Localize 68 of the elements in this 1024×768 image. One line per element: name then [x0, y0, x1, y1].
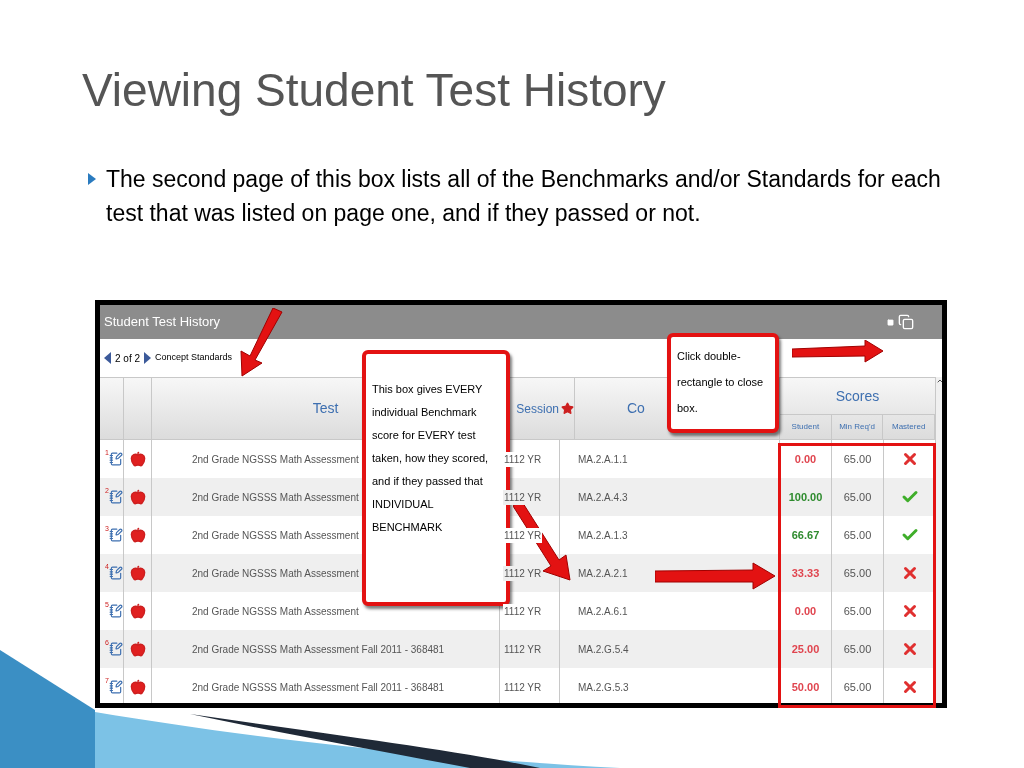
notepad-icon[interactable]: [109, 528, 123, 542]
notepad-icon[interactable]: [109, 490, 123, 504]
table-cell-text: 100.00: [788, 489, 823, 505]
section-name: Concept Standards: [155, 351, 233, 365]
window-title: Student Test History: [104, 313, 221, 332]
table-cell: 1112 YR: [503, 451, 543, 467]
table-cell: 1112 YR: [503, 565, 543, 581]
table-cell-text: 2nd Grade NGSSS Math Assessment: [192, 604, 359, 619]
page-indicator: 2 of 2: [115, 351, 141, 366]
apple-icon[interactable]: [129, 641, 146, 657]
table-cell: 1112 YR: [503, 527, 543, 543]
table-cell-text: 65.00: [843, 603, 872, 619]
callout-text: This box gives EVERY individual Benchmark score for EVERY test taken, how they scored, and if they passed that INDIVIDUAL BENCHMARK: [372, 382, 490, 535]
table-cell-text: MA.2.G.5.4: [578, 642, 629, 657]
table-cell-text: 65.00: [843, 641, 872, 657]
table-cell-text: 2nd Grade NGSSS Math Assessment: [192, 452, 359, 467]
column-header[interactable]: Student: [791, 421, 820, 433]
table-cell-text: 65.00: [843, 489, 872, 505]
table-cell-text: 65.00: [843, 565, 872, 581]
notepad-icon[interactable]: [109, 604, 123, 618]
table-cell-text: 2nd Grade NGSSS Math Assessment Fall 2011 - 368481: [192, 642, 445, 657]
notepad-icon[interactable]: [109, 566, 123, 580]
star-icon: [560, 402, 574, 415]
table-cell-text: MA.2.A.1.3: [578, 528, 628, 543]
table-cell-text: 66.67: [791, 527, 820, 543]
column-header[interactable]: Co: [627, 398, 645, 419]
restore-icon[interactable]: [898, 314, 914, 330]
notepad-icon[interactable]: [109, 452, 123, 466]
next-page-icon[interactable]: [144, 352, 152, 364]
apple-icon[interactable]: [129, 679, 146, 695]
table-cell-text: MA.2.A.4.3: [578, 490, 628, 505]
column-header[interactable]: Session: [516, 399, 559, 418]
minimize-icon[interactable]: [887, 318, 894, 326]
apple-icon[interactable]: [129, 565, 146, 581]
table-cell-text: MA.2.A.2.1: [578, 566, 628, 581]
apple-icon[interactable]: [129, 451, 146, 467]
table-cell-text: 2nd Grade NGSSS Math Assessment: [192, 528, 359, 543]
table-cell-text: 2nd Grade NGSSS Math Assessment: [192, 566, 359, 581]
table-cell-text: 65.00: [843, 527, 872, 543]
apple-icon[interactable]: [129, 527, 146, 543]
notepad-icon[interactable]: [109, 680, 123, 694]
table-cell-text: 0.00: [794, 451, 817, 467]
table-cell: 1112 YR: [503, 489, 543, 505]
slide-title: Viewing Student Test History: [82, 63, 667, 118]
table-cell-text: 2nd Grade NGSSS Math Assessment: [192, 490, 359, 505]
column-header[interactable]: Test: [312, 398, 339, 419]
apple-icon[interactable]: [129, 603, 146, 619]
table-cell-text: MA.2.G.5.3: [578, 680, 629, 695]
table-cell-text: MA.2.A.6.1: [578, 604, 628, 619]
table-cell-text: 33.33: [791, 565, 820, 581]
bullet-icon: [88, 173, 96, 185]
table-cell-text: 0.00: [794, 603, 817, 619]
notepad-icon[interactable]: [109, 642, 123, 656]
table-cell-text: MA.2.A.1.1: [578, 452, 628, 467]
scroll-up-icon[interactable]: [935, 377, 942, 385]
column-group-header: Scores: [835, 386, 880, 406]
table-cell-text: 65.00: [843, 451, 872, 467]
apple-icon[interactable]: [129, 489, 146, 505]
scrollbar[interactable]: [935, 377, 942, 703]
table-cell-text: 65.00: [843, 679, 872, 695]
table-cell-text: 50.00: [791, 679, 820, 695]
table-cell-text: 25.00: [791, 641, 820, 657]
bullet-text: The second page of this box lists all of the Benchmarks and/or Standards for each test that was listed on page one, and if they passed or not.: [106, 165, 942, 228]
column-header[interactable]: Min Req'd: [839, 421, 875, 433]
callout-text: Click double-rectangle to close box.: [677, 349, 765, 416]
column-header[interactable]: Mastered: [892, 421, 926, 433]
table-cell-text: 2nd Grade NGSSS Math Assessment Fall 2011 - 368481: [192, 680, 445, 695]
previous-page-icon[interactable]: [104, 352, 111, 364]
